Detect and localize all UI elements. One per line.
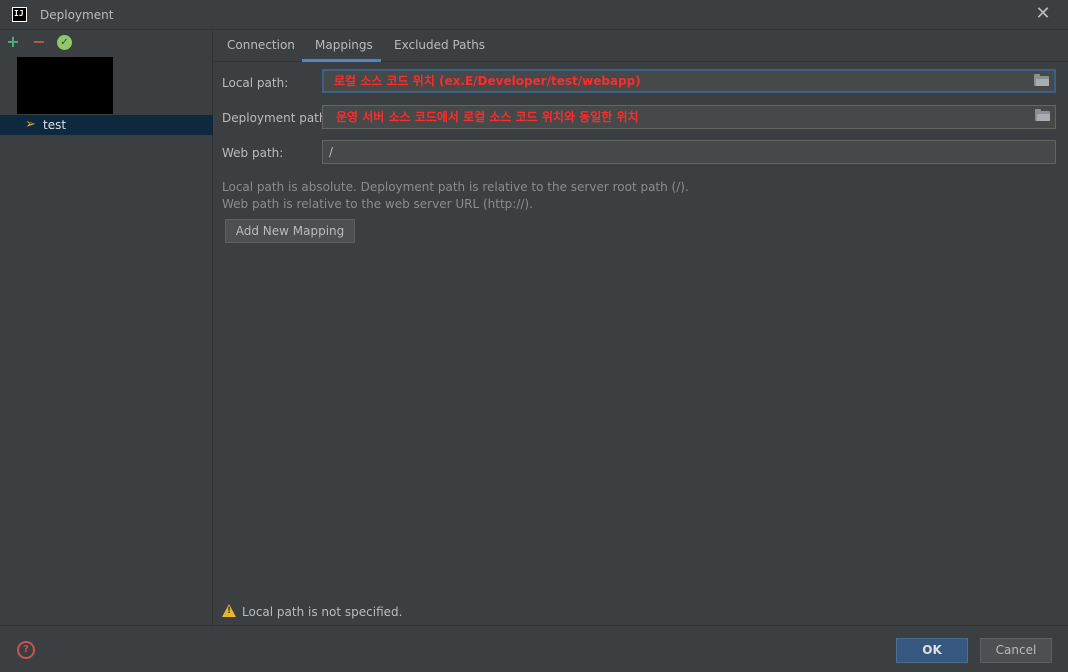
path-hint-line-2: Web path is relative to the web server U… <box>222 197 533 211</box>
intellij-logo-icon: IJ <box>12 7 27 22</box>
redacted-block <box>17 57 113 114</box>
help-icon: ? <box>19 643 33 657</box>
local-path-field[interactable]: 로컬 소스 코드 위치 (ex.E/Developer/test/webapp) <box>322 69 1056 93</box>
deployment-path-field[interactable]: 운영 서버 소스 코드에서 로컬 소스 코드 위치와 동일한 위치 <box>322 105 1056 129</box>
settings-panel: Connection Mappings Excluded Paths Local… <box>214 31 1068 625</box>
window-title: Deployment <box>40 8 114 22</box>
browse-folder-icon[interactable] <box>1034 74 1049 86</box>
help-button[interactable]: ? <box>17 641 35 659</box>
ok-button[interactable]: OK <box>896 638 968 663</box>
server-item-test[interactable]: ➢ test <box>0 115 213 135</box>
title-bar: IJ Deployment ✕ <box>0 0 1068 30</box>
local-path-value: 로컬 소스 코드 위치 (ex.E/Developer/test/webapp) <box>334 74 641 88</box>
add-server-button[interactable]: + <box>5 34 21 50</box>
tab-excluded-paths[interactable]: Excluded Paths <box>394 38 485 62</box>
validation-message: Local path is not specified. <box>242 605 403 619</box>
use-as-default-check-icon[interactable]: ✓ <box>57 35 72 50</box>
server-item-label: test <box>43 118 67 132</box>
deployment-path-label: Deployment path: <box>222 111 331 125</box>
dialog-footer: ? OK Cancel <box>0 625 1068 672</box>
path-hint-line-1: Local path is absolute. Deployment path … <box>222 180 689 194</box>
tab-connection[interactable]: Connection <box>227 38 295 62</box>
tab-bar: Connection Mappings Excluded Paths <box>214 31 1068 62</box>
deploy-server-icon: ➢ <box>25 117 36 132</box>
deployment-path-value: 운영 서버 소스 코드에서 로컬 소스 코드 위치와 동일한 위치 <box>336 110 639 124</box>
web-path-label: Web path: <box>222 146 284 160</box>
local-path-label: Local path: <box>222 76 289 90</box>
web-path-value: / <box>329 145 334 159</box>
web-path-field[interactable]: / <box>322 140 1056 164</box>
add-new-mapping-button[interactable]: Add New Mapping <box>225 219 355 243</box>
warning-icon: ! <box>222 604 236 617</box>
browse-folder-icon[interactable] <box>1035 109 1050 121</box>
cancel-button[interactable]: Cancel <box>980 638 1052 663</box>
server-list-panel: + − ✓ ➢ test <box>0 31 213 625</box>
close-button[interactable]: ✕ <box>1034 5 1052 23</box>
remove-server-button[interactable]: − <box>31 34 47 50</box>
selected-tab-indicator <box>302 59 381 62</box>
